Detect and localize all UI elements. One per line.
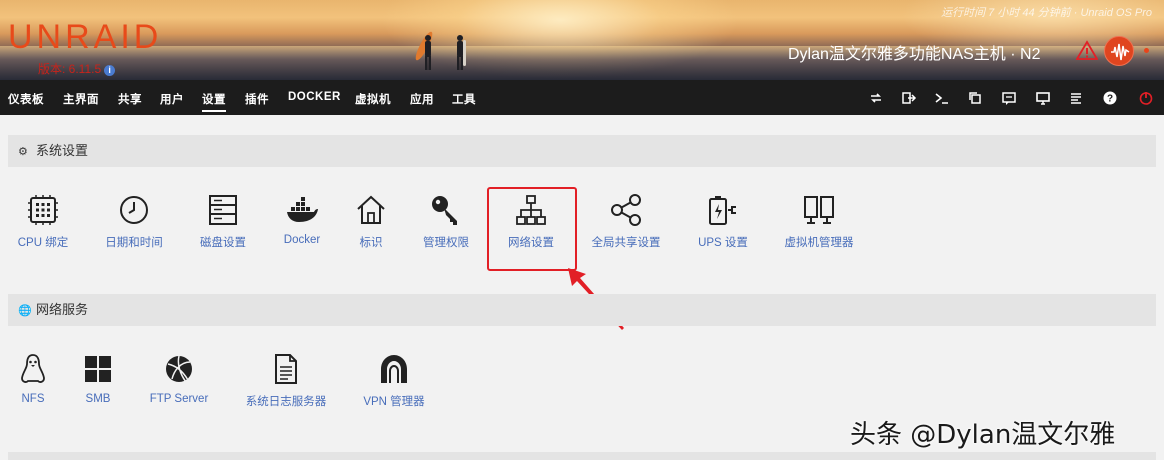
disk-icon: [209, 195, 237, 225]
docker-icon: [287, 197, 318, 222]
highlight-box: [487, 187, 577, 271]
nav-vms[interactable]: 虚拟机: [355, 91, 391, 107]
main-navbar: 仪表板 主界面 共享 用户 设置 插件 DOCKER 虚拟机 应用 工具 ?: [0, 80, 1164, 115]
section-title: 系统设置: [36, 143, 89, 158]
vpn-icon: [381, 355, 407, 383]
log-icon[interactable]: [1068, 90, 1084, 106]
globe-icon: 🌐: [18, 305, 32, 317]
feedback-icon[interactable]: [1001, 90, 1017, 106]
nav-plugins[interactable]: 插件: [245, 91, 269, 107]
unraid-waveform-icon: [1111, 43, 1130, 61]
gear-icon: ⚙: [18, 146, 28, 158]
key-icon: [432, 196, 457, 225]
info-icon[interactable]: i: [104, 65, 116, 76]
uptime-status: 运行时间 7 小时 44 分钟前 · Unraid OS Pro: [941, 7, 1152, 19]
unraid-logo[interactable]: UNRAID: [8, 18, 162, 57]
nav-main[interactable]: 主界面: [63, 91, 99, 107]
ftp-icon: [166, 355, 192, 383]
version-text: 版本: 6.11.5: [38, 62, 102, 76]
section-network-services: 🌐 网络服务: [8, 294, 1156, 326]
copy-icon[interactable]: [967, 90, 983, 106]
nav-tools[interactable]: 工具: [452, 91, 476, 107]
refresh-icon[interactable]: [868, 90, 884, 106]
clock-icon: [120, 196, 148, 224]
watermark-text: 头条 @Dylan温文尔雅: [850, 420, 1116, 450]
tile-ftp-server[interactable]: FTP Server: [129, 352, 229, 405]
user-avatar[interactable]: [1104, 36, 1134, 66]
tile-label: FTP Server: [149, 393, 209, 405]
nav-docker[interactable]: DOCKER: [288, 91, 341, 103]
surfers-illustration: [415, 31, 466, 70]
nav-settings[interactable]: 设置: [202, 91, 226, 112]
tile-label: CPU 绑定: [17, 237, 69, 249]
linux-icon: [21, 354, 45, 383]
terminal-icon[interactable]: [934, 90, 950, 106]
syslog-icon: [275, 354, 297, 384]
server-hostname: Dylan温文尔雅多功能NAS主机 · N2: [788, 46, 1041, 63]
tile-vm-manager[interactable]: 虚拟机管理器: [769, 193, 869, 250]
tile-label: 系统日志服务器: [245, 396, 327, 408]
tile-vpn-manager[interactable]: VPN 管理器: [344, 352, 444, 409]
nav-users[interactable]: 用户: [160, 91, 184, 107]
tile-label: UPS 设置: [698, 237, 748, 249]
tile-label: 全局共享设置: [591, 237, 661, 249]
tile-label: VPN 管理器: [363, 396, 425, 408]
cpu-icon: [28, 195, 58, 225]
windows-icon: [85, 356, 111, 382]
tile-cpu-pinning[interactable]: CPU 绑定: [0, 193, 93, 250]
tile-date-time[interactable]: 日期和时间: [84, 193, 184, 250]
section-title: 网络服务: [36, 302, 89, 317]
logout-icon[interactable]: [901, 90, 917, 106]
battery-icon: [709, 196, 736, 225]
next-section-header: [8, 452, 1156, 460]
monitor-icon[interactable]: [1035, 90, 1051, 106]
nav-dashboard[interactable]: 仪表板: [8, 91, 44, 107]
tile-label: 日期和时间: [105, 237, 163, 249]
home-icon: [357, 195, 385, 224]
version-label[interactable]: 版本: 6.11.5 i: [38, 60, 116, 77]
section-system-settings: ⚙ 系统设置: [8, 135, 1156, 167]
tile-ups-settings[interactable]: UPS 设置: [673, 193, 773, 250]
tile-global-share-settings[interactable]: 全局共享设置: [576, 193, 676, 250]
tile-label: 虚拟机管理器: [784, 237, 854, 249]
power-icon[interactable]: [1138, 90, 1154, 106]
notification-dot: [1144, 48, 1149, 53]
vm-icon: [804, 196, 834, 224]
share-icon: [611, 194, 641, 226]
header-banner: UNRAID 版本: 6.11.5 i 运行时间 7 小时 44 分钟前 · Un…: [0, 0, 1164, 80]
svg-text:?: ?: [1107, 94, 1113, 105]
nav-shares[interactable]: 共享: [118, 91, 142, 107]
help-icon[interactable]: ?: [1102, 90, 1118, 106]
nav-apps[interactable]: 应用: [410, 91, 434, 107]
tile-syslog-server[interactable]: 系统日志服务器: [236, 352, 336, 409]
warning-icon[interactable]: [1076, 40, 1098, 60]
